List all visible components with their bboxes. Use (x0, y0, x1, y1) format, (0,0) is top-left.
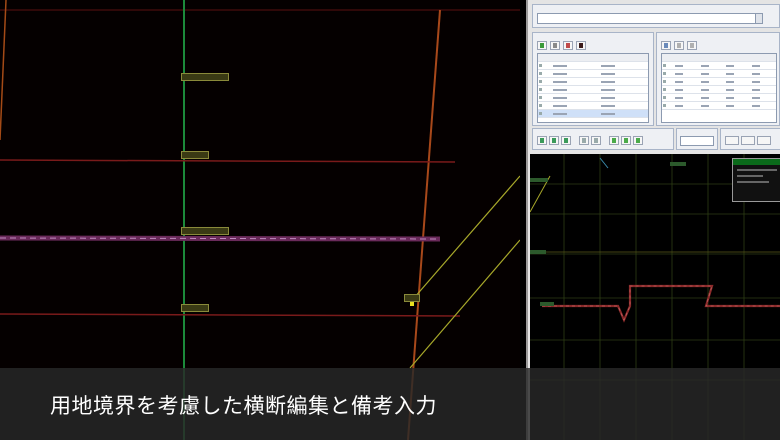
zoom-in-button[interactable] (537, 136, 547, 145)
option-button-3[interactable] (757, 136, 771, 145)
zoom-in-icon (540, 138, 544, 143)
copy-row-button[interactable] (550, 41, 560, 50)
table-row (662, 61, 776, 70)
prev-icon (612, 138, 616, 143)
table-row (538, 77, 648, 86)
table-row (538, 101, 648, 110)
section-info-box (732, 158, 780, 202)
delete-icon (566, 43, 570, 48)
plan-station-label-2 (181, 151, 209, 159)
caption-bar: 用地境界を考慮した横断編集と備考入力 (0, 368, 780, 440)
plan-station-label-4 (181, 304, 209, 312)
plan-boundary-line-1 (0, 159, 456, 163)
table-row (538, 85, 648, 94)
table-row (662, 101, 776, 110)
cross-section-marker (599, 157, 609, 169)
fit-view-icon (564, 138, 568, 143)
plan-boundary-line-2 (0, 313, 461, 317)
delete-row-button[interactable] (563, 41, 573, 50)
right-data-grid[interactable] (661, 53, 777, 123)
left-list-group (532, 32, 654, 126)
edit-icon (664, 43, 668, 48)
table-row (538, 69, 648, 78)
next-station-button[interactable] (621, 136, 631, 145)
table-row (662, 85, 776, 94)
plan-left-road-edge (0, 0, 7, 141)
fit-view-button[interactable] (561, 136, 571, 145)
table-row (662, 69, 776, 78)
option-button-2[interactable] (741, 136, 755, 145)
plan-station-label-1 (181, 73, 229, 81)
move-down-button[interactable] (687, 41, 697, 50)
section-offset-label-3 (540, 302, 554, 306)
zoom-out-icon (552, 138, 556, 143)
plan-guide-line-2 (409, 239, 520, 369)
next-icon (624, 138, 628, 143)
station-select-dropdown[interactable] (680, 136, 714, 146)
table-row (538, 61, 648, 70)
add-row-button[interactable] (537, 41, 547, 50)
prev-station-button[interactable] (609, 136, 619, 145)
add-icon (540, 43, 544, 48)
stop-icon (579, 43, 583, 48)
plan-station-label-3 (181, 227, 229, 235)
section-offset-label-2 (530, 250, 546, 254)
arrow-up-icon (677, 43, 681, 48)
edit-button[interactable] (661, 41, 671, 50)
table-row (538, 93, 648, 102)
last-station-button[interactable] (633, 136, 643, 145)
station-group (676, 128, 718, 150)
chevron-down-icon[interactable] (755, 14, 762, 23)
section-info-header (733, 159, 780, 165)
pan-left-icon (582, 138, 586, 143)
table-row (662, 77, 776, 86)
pan-left-button[interactable] (579, 136, 589, 145)
zoom-out-button[interactable] (549, 136, 559, 145)
move-up-button[interactable] (674, 41, 684, 50)
route-select-dropdown[interactable] (537, 13, 763, 24)
plan-station-label-5 (404, 294, 420, 302)
left-data-grid[interactable] (537, 53, 649, 123)
view-toolbar-group (532, 128, 674, 150)
right-list-group (656, 32, 780, 126)
pan-right-button[interactable] (591, 136, 601, 145)
options-group (720, 128, 780, 150)
last-icon (636, 138, 640, 143)
pan-right-icon (594, 138, 598, 143)
caption-text: 用地境界を考慮した横断編集と備考入力 (50, 394, 437, 418)
option-button-1[interactable] (725, 136, 739, 145)
arrow-down-icon (690, 43, 694, 48)
table-row (662, 93, 776, 102)
stop-button[interactable] (576, 41, 586, 50)
selector-group (532, 4, 780, 28)
section-offset-label-1 (530, 178, 548, 182)
copy-icon (553, 43, 557, 48)
section-offset-label-4 (670, 162, 686, 166)
table-row-selected (538, 109, 648, 118)
